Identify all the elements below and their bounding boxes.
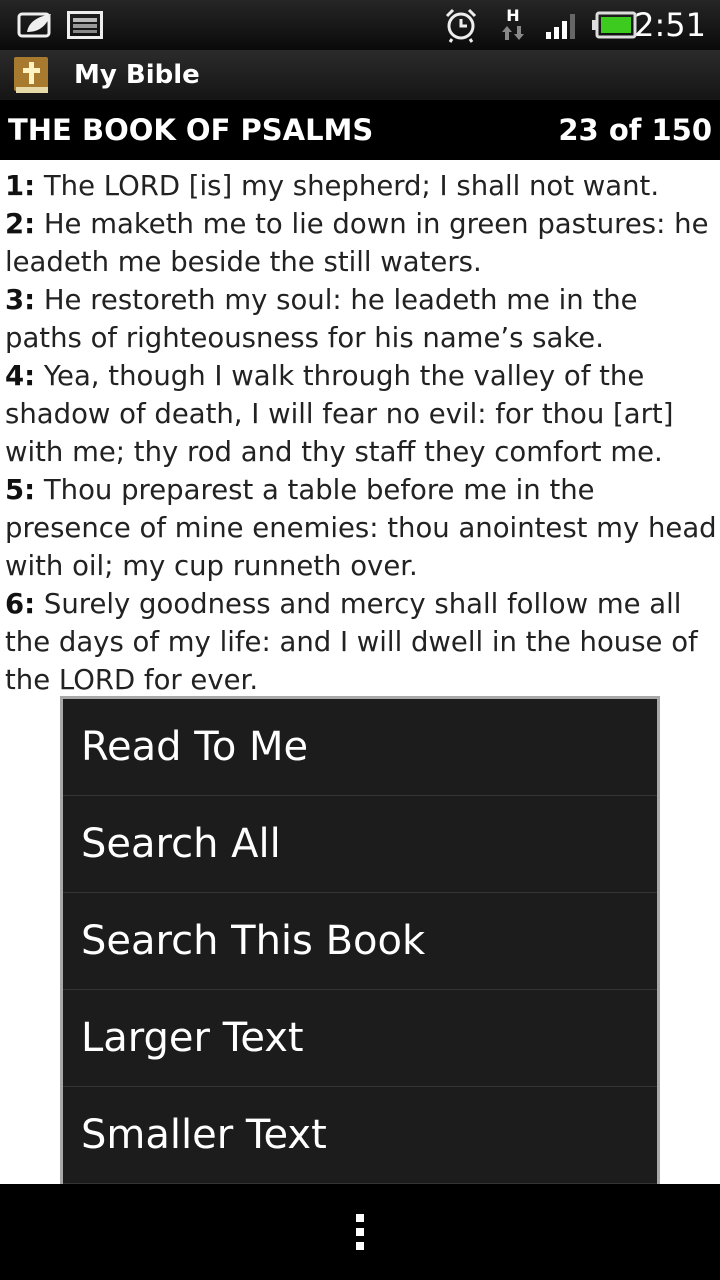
status-bar: H 2:51	[0, 0, 720, 50]
menu-item-read-to-me[interactable]: Read To Me	[63, 699, 657, 796]
verse-1[interactable]: 1: The LORD [is] my shepherd; I shall no…	[5, 167, 717, 205]
options-menu: Read To Me Search All Search This Book L…	[60, 696, 660, 1196]
verse-text: Yea, though I walk through the valley of…	[5, 360, 674, 468]
network-type-label: H	[506, 6, 520, 25]
verse-list[interactable]: 1: The LORD [is] my shepherd; I shall no…	[5, 167, 717, 699]
menu-item-search-this-book[interactable]: Search This Book	[63, 893, 657, 990]
app-title: My Bible	[74, 60, 200, 90]
verse-number: 1:	[5, 170, 36, 202]
gallery-icon	[66, 8, 104, 42]
verse-number: 2:	[5, 208, 36, 240]
verse-text: He maketh me to lie down in green pastur…	[5, 208, 709, 278]
verse-4[interactable]: 4: Yea, though I walk through the valley…	[5, 357, 717, 471]
navigation-bar	[0, 1184, 720, 1280]
book-title: THE BOOK OF PSALMS	[8, 113, 374, 147]
action-bar: My Bible	[0, 50, 720, 100]
notification-leaf-icon	[16, 8, 56, 42]
overflow-menu-icon[interactable]	[346, 1208, 374, 1256]
verse-number: 6:	[5, 588, 36, 620]
signal-strength-icon	[544, 8, 580, 42]
verse-6[interactable]: 6: Surely goodness and mercy shall follo…	[5, 585, 717, 699]
clock-time: 2:51	[634, 6, 706, 44]
verse-3[interactable]: 3: He restoreth my soul: he leadeth me i…	[5, 281, 717, 357]
menu-item-larger-text[interactable]: Larger Text	[63, 990, 657, 1087]
verse-text: He restoreth my soul: he leadeth me in t…	[5, 284, 638, 354]
alarm-clock-icon	[442, 8, 480, 43]
verse-5[interactable]: 5: Thou preparest a table before me in t…	[5, 471, 717, 585]
verse-number: 3:	[5, 284, 36, 316]
verse-text: The LORD [is] my shepherd; I shall not w…	[35, 170, 660, 202]
battery-icon	[590, 8, 638, 42]
data-transfer-icon: H	[498, 8, 528, 42]
verse-text: Surely goodness and mercy shall follow m…	[5, 588, 698, 696]
verse-text: Thou preparest a table before me in the …	[5, 474, 717, 582]
bible-icon[interactable]	[12, 55, 50, 95]
verse-2[interactable]: 2: He maketh me to lie down in green pas…	[5, 205, 717, 281]
menu-item-search-all[interactable]: Search All	[63, 796, 657, 893]
book-header: THE BOOK OF PSALMS 23 of 150	[0, 100, 720, 160]
menu-item-smaller-text[interactable]: Smaller Text	[63, 1087, 657, 1184]
chapter-indicator: 23 of 150	[558, 113, 712, 147]
verse-number: 4:	[5, 360, 36, 392]
verse-number: 5:	[5, 474, 36, 506]
